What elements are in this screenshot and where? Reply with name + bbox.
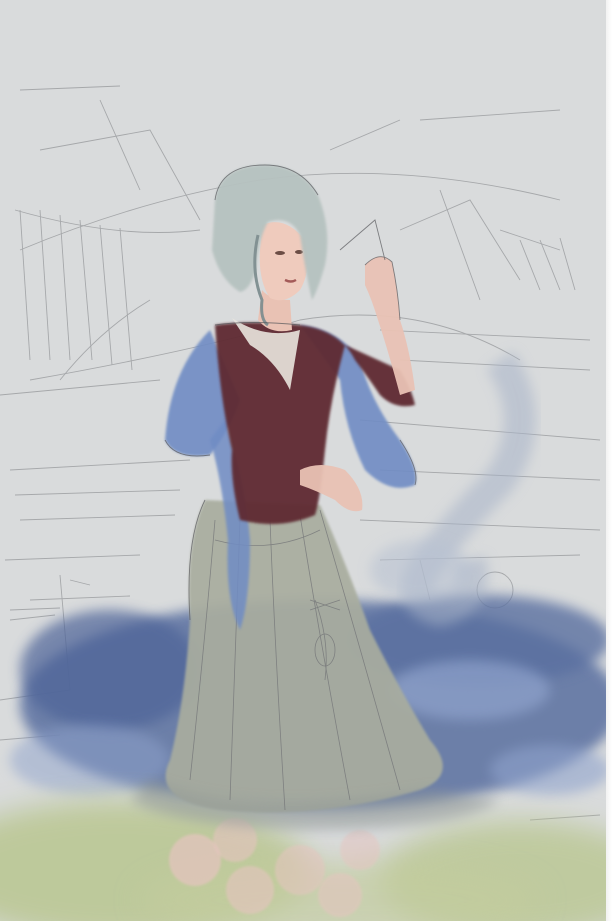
eye-right — [295, 250, 303, 254]
eye-left — [275, 251, 285, 255]
artwork-canvas — [0, 0, 612, 921]
canvas-edge — [606, 0, 612, 921]
sketch-painting — [0, 0, 612, 921]
